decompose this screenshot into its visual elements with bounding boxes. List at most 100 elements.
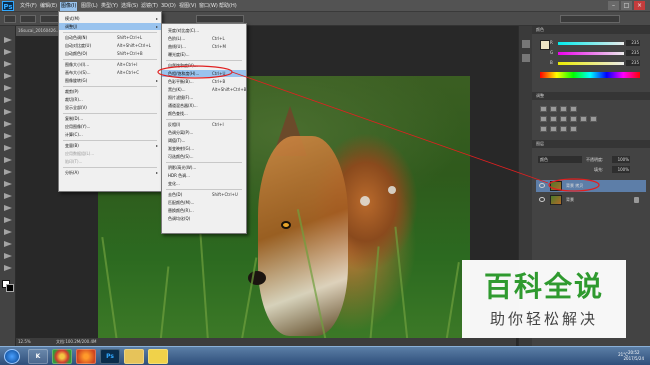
- menu-item[interactable]: 模式(M) ▸: [59, 15, 161, 22]
- menu-item[interactable]: 调整(J) ▸: [59, 23, 161, 30]
- layer-row-selected[interactable]: 背景 拷贝: [536, 180, 646, 192]
- stamp-tool-icon[interactable]: [3, 132, 13, 140]
- menu-item[interactable]: 画布大小(S)... Alt+Ctrl+C: [59, 69, 161, 76]
- levels-icon[interactable]: [550, 106, 557, 112]
- menu-item[interactable]: 色相/饱和度(H)... Ctrl+U: [162, 70, 246, 77]
- background-color-swatch[interactable]: [6, 284, 14, 292]
- color-slider-b[interactable]: B 235: [536, 60, 644, 66]
- invert-icon[interactable]: [540, 126, 547, 132]
- taskbar-app-k[interactable]: K: [28, 349, 48, 364]
- align-buttons[interactable]: [196, 15, 244, 23]
- slider-value-r[interactable]: 235: [626, 40, 640, 46]
- menu-item[interactable]: 阈值(T)...: [162, 137, 246, 144]
- menu-item[interactable]: 曲线(U)... Ctrl+M: [162, 43, 246, 50]
- folder-icon[interactable]: [124, 349, 144, 364]
- menu-3d[interactable]: 3D(D): [161, 2, 176, 11]
- opacity-field[interactable]: 100%: [612, 156, 630, 163]
- menu-layer[interactable]: 图层(L): [81, 2, 98, 11]
- minimize-icon[interactable]: –: [608, 1, 619, 10]
- properties-panel-icon[interactable]: [522, 54, 530, 62]
- menu-type[interactable]: 类型(Y): [101, 2, 118, 11]
- adjustments-panel-tab[interactable]: 调整: [532, 92, 650, 100]
- menu-item[interactable]: 色彩平衡(B)... Ctrl+B: [162, 78, 246, 85]
- color-panel-tab[interactable]: 颜色: [532, 26, 650, 34]
- shape-tool-icon[interactable]: [3, 240, 13, 248]
- maximize-icon[interactable]: □: [621, 1, 632, 10]
- menu-item[interactable]: 自然饱和度(V)...: [162, 62, 246, 69]
- menu-view[interactable]: 视图(V): [179, 2, 196, 11]
- layers-panel-tab[interactable]: 图层: [532, 140, 650, 148]
- zoom-level[interactable]: 12.5%: [18, 338, 31, 346]
- blend-mode-select[interactable]: 颜色: [538, 156, 582, 163]
- chrome-icon[interactable]: [52, 349, 72, 364]
- menu-item[interactable]: 色调分离(P)...: [162, 129, 246, 136]
- photoshop-taskbar-icon[interactable]: Ps: [100, 349, 120, 364]
- menu-item[interactable]: 显示全部(V): [59, 104, 161, 111]
- menu-item[interactable]: 自动颜色(O) Shift+Ctrl+B: [59, 50, 161, 57]
- start-button[interactable]: [4, 349, 20, 364]
- menu-window[interactable]: 窗口(W): [199, 2, 218, 11]
- menu-item[interactable]: 图像旋转(G) ▸: [59, 77, 161, 84]
- menu-item[interactable]: 匹配颜色(M)...: [162, 199, 246, 206]
- tool-preset-picker[interactable]: [4, 15, 16, 23]
- eyedropper-tool-icon[interactable]: [3, 96, 13, 104]
- menu-item[interactable]: 复制(D)...: [59, 115, 161, 122]
- posterize-icon[interactable]: [550, 126, 557, 132]
- brush-tool-icon[interactable]: [3, 120, 13, 128]
- quick-select-tool-icon[interactable]: [3, 72, 13, 80]
- dodge-tool-icon[interactable]: [3, 192, 13, 200]
- vibrance-icon[interactable]: [540, 116, 547, 122]
- menu-item[interactable]: 应用图像(Y)...: [59, 123, 161, 130]
- color-spectrum[interactable]: [540, 72, 640, 78]
- brightness-icon[interactable]: [540, 106, 547, 112]
- menu-item[interactable]: 图像大小(I)... Alt+Ctrl+I: [59, 61, 161, 68]
- mode-toggle[interactable]: [20, 15, 36, 23]
- qq-icon[interactable]: [148, 349, 168, 364]
- slider-track-b[interactable]: [558, 62, 624, 65]
- color-slider-r[interactable]: R 235: [536, 40, 644, 46]
- menu-item[interactable]: 自动色调(N) Shift+Ctrl+L: [59, 34, 161, 41]
- gradient-map-icon[interactable]: [570, 126, 577, 132]
- eraser-tool-icon[interactable]: [3, 156, 13, 164]
- hue-saturation-icon[interactable]: [550, 116, 557, 122]
- gradient-tool-icon[interactable]: [3, 168, 13, 176]
- menu-item[interactable]: HDR 色调...: [162, 172, 246, 179]
- zoom-tool-icon[interactable]: [3, 264, 13, 272]
- history-brush-tool-icon[interactable]: [3, 144, 13, 152]
- menu-item[interactable]: 计算(C)...: [59, 131, 161, 138]
- layer-name[interactable]: 背景: [566, 194, 574, 206]
- menu-help[interactable]: 帮助(H): [219, 2, 237, 11]
- slider-track-g[interactable]: [558, 52, 624, 55]
- threshold-icon[interactable]: [560, 126, 567, 132]
- lasso-tool-icon[interactable]: [3, 60, 13, 68]
- auto-select-checkbox[interactable]: [40, 15, 60, 23]
- menu-item[interactable]: 裁切(R)...: [59, 96, 161, 103]
- history-panel-icon[interactable]: [522, 40, 530, 48]
- curves-icon[interactable]: [560, 106, 567, 112]
- healing-tool-icon[interactable]: [3, 108, 13, 116]
- slider-value-g[interactable]: 235: [626, 50, 640, 56]
- menu-item[interactable]: 颜色查找...: [162, 110, 246, 117]
- color-slider-g[interactable]: G 235: [536, 50, 644, 56]
- firefox-icon[interactable]: [76, 349, 96, 364]
- color-balance-icon[interactable]: [560, 116, 567, 122]
- menu-item[interactable]: 通道混合器(X)...: [162, 102, 246, 109]
- exposure-icon[interactable]: [570, 106, 577, 112]
- channel-mixer-icon[interactable]: [590, 116, 597, 122]
- black-white-icon[interactable]: [570, 116, 577, 122]
- menu-item[interactable]: 裁剪(P): [59, 88, 161, 95]
- menu-item[interactable]: 亮度/对比度(C)...: [162, 27, 246, 34]
- menu-item[interactable]: 色阶(L)... Ctrl+L: [162, 35, 246, 42]
- move-tool-icon[interactable]: [3, 36, 13, 44]
- close-icon[interactable]: ×: [634, 1, 645, 10]
- crop-tool-icon[interactable]: [3, 84, 13, 92]
- eye-icon[interactable]: [539, 197, 545, 202]
- blur-tool-icon[interactable]: [3, 180, 13, 188]
- menu-item[interactable]: 渐变映射(G)...: [162, 145, 246, 152]
- slider-value-b[interactable]: 235: [626, 60, 640, 66]
- workspace-switcher[interactable]: [560, 15, 620, 23]
- pen-tool-icon[interactable]: [3, 204, 13, 212]
- menu-item[interactable]: 色调均化(Q): [162, 215, 246, 222]
- menu-item[interactable]: 曝光度(E)...: [162, 51, 246, 58]
- type-tool-icon[interactable]: [3, 216, 13, 224]
